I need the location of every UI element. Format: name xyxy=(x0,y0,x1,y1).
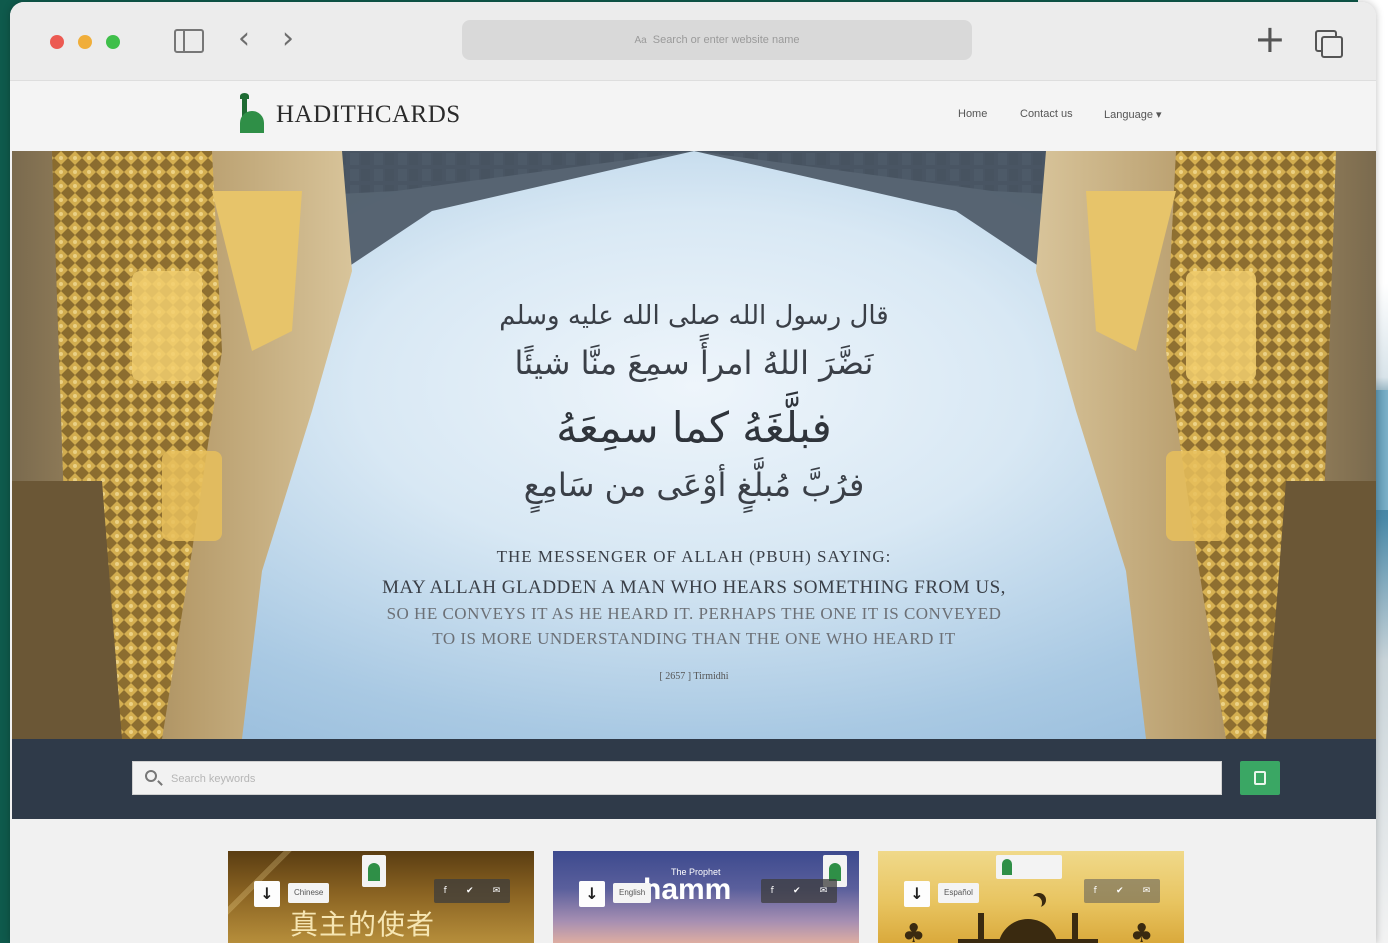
facebook-icon[interactable]: f xyxy=(771,886,774,896)
site-header: HADITHCARDS Home Contact us Language ▾ xyxy=(10,81,1376,151)
hadith-english-line-1: MAY ALLAH GLADDEN A MAN WHO HEARS SOMETH… xyxy=(382,577,1006,598)
hadith-english-heading: THE MESSENGER OF ALLAH (PBUH) SAYING: xyxy=(496,547,892,566)
search-section xyxy=(12,739,1376,819)
twitter-icon[interactable]: ✔ xyxy=(793,886,801,896)
download-button[interactable]: ↓ xyxy=(904,881,930,907)
nav-home[interactable]: Home xyxy=(958,108,987,120)
address-bar-placeholder: Search or enter website name xyxy=(652,34,800,46)
hadith-card-chinese[interactable]: ↓ Chinese f ✔ ✉ 真主的使者 xyxy=(228,851,534,943)
new-tab-button[interactable]: + xyxy=(1254,20,1286,58)
share-buttons: f ✔ ✉ xyxy=(434,879,510,903)
zoom-window-button[interactable] xyxy=(106,35,120,49)
close-window-button[interactable] xyxy=(50,35,64,49)
hadith-source: [ 2657 ] Tirmidhi xyxy=(659,671,729,682)
card-logo-icon xyxy=(362,855,386,887)
site-logo[interactable]: HADITHCARDS xyxy=(238,93,461,133)
sidebar-toggle-icon[interactable] xyxy=(174,29,204,53)
facebook-icon[interactable]: f xyxy=(444,886,447,896)
facebook-icon[interactable]: f xyxy=(1094,886,1097,896)
share-buttons: f ✔ ✉ xyxy=(761,879,837,903)
card-title: 真主的使者 xyxy=(290,908,436,941)
search-icon xyxy=(145,770,157,782)
card-language-tag: English xyxy=(613,883,652,903)
email-icon[interactable]: ✉ xyxy=(820,886,828,896)
email-icon[interactable]: ✉ xyxy=(1143,886,1151,896)
palm-tree-icon: ♣ xyxy=(1130,919,1154,943)
mosque-silhouette xyxy=(938,913,1118,943)
address-bar[interactable]: Aa Search or enter website name xyxy=(462,20,972,60)
hadith-english-line-3: TO IS MORE UNDERSTANDING THAN THE ONE WH… xyxy=(432,629,956,648)
hadith-english-line-2: SO HE CONVEYS IT AS HE HEARD IT. PERHAPS… xyxy=(386,604,1002,623)
search-box xyxy=(132,761,1222,796)
logo-text: HADITHCARDS xyxy=(276,101,461,128)
download-button[interactable]: ↓ xyxy=(579,881,605,907)
back-button[interactable]: ‹ xyxy=(238,24,250,54)
hadith-arabic-line-3: فبلَّغَهُ كما سمِعَهُ xyxy=(556,403,832,452)
browser-toolbar: ‹ › Aa Search or enter website name + xyxy=(10,2,1376,81)
hadith-cards-list: ↓ Chinese f ✔ ✉ 真主的使者 The Prophet hamm ↓… xyxy=(12,819,1376,943)
search-input[interactable] xyxy=(169,762,1213,796)
language-dropdown[interactable]: Language ▾ xyxy=(1104,108,1162,121)
hadith-arabic-line-2: نَضَّرَ اللهُ امرأً سمِعَ منَّا شيئًا xyxy=(514,344,874,382)
hero-banner: قال رسول الله صلى الله عليه وسلم نَضَّرَ… xyxy=(12,151,1376,739)
email-icon[interactable]: ✉ xyxy=(493,886,501,896)
reader-mode-icon[interactable]: Aa xyxy=(635,35,647,46)
share-buttons: f ✔ ✉ xyxy=(1084,879,1160,903)
search-button[interactable] xyxy=(1240,761,1280,795)
card-language-tag: Chinese xyxy=(288,883,330,903)
minimize-window-button[interactable] xyxy=(78,35,92,49)
mosque-logo-icon xyxy=(238,93,266,133)
twitter-icon[interactable]: ✔ xyxy=(466,886,474,896)
twitter-icon[interactable]: ✔ xyxy=(1116,886,1124,896)
card-title: hamm xyxy=(643,873,732,906)
crescent-moon-icon xyxy=(1028,896,1042,910)
browser-window: ‹ › Aa Search or enter website name + HA… xyxy=(10,2,1376,943)
card-language-tag: Español xyxy=(938,883,979,903)
palm-tree-icon: ♣ xyxy=(902,919,926,943)
hadith-arabic-line-4: فرُبَّ مُبلَّغٍ أوْعَى من سَامِعٍ xyxy=(523,466,865,504)
download-button[interactable]: ↓ xyxy=(254,881,280,907)
hadith-card-spanish[interactable]: ♣ ♣ ↓ Español f ✔ ✉ xyxy=(878,851,1184,943)
nav-contact-us[interactable]: Contact us xyxy=(1020,108,1073,120)
card-logo-icon xyxy=(996,855,1062,879)
hadith-arabic-line-1: قال رسول الله صلى الله عليه وسلم xyxy=(499,301,889,331)
forward-button[interactable]: › xyxy=(282,24,294,54)
tab-overview-icon[interactable] xyxy=(1315,30,1343,58)
hadith-card-english[interactable]: The Prophet hamm ↓ English f ✔ ✉ xyxy=(553,851,859,943)
